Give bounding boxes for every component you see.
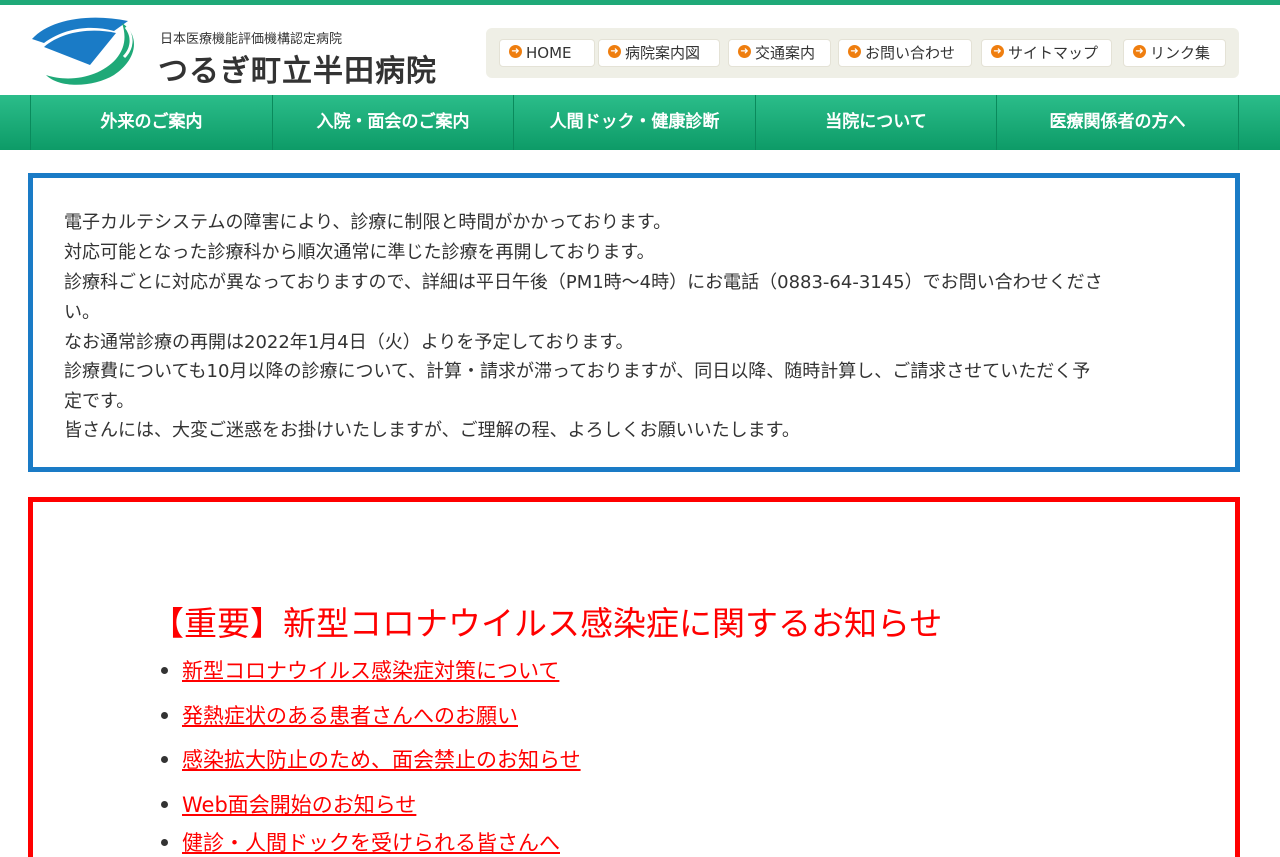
- notice-line: 皆さんには、大変ご迷惑をお掛けいたしますが、ご理解の程、よろしくお願いいたします…: [64, 420, 800, 441]
- util-link-home[interactable]: ➜ HOME: [499, 39, 595, 67]
- list-item: 発熱症状のある患者さんへのお願い: [161, 700, 518, 730]
- covid-notice-title: 【重要】新型コロナウイルス感染症に関するお知らせ: [151, 604, 943, 643]
- orange-arrow-icon: ➜: [991, 45, 1004, 58]
- utility-nav: ➜ HOME ➜ 病院案内図 ➜ 交通案内 ➜ お問い合わせ ➜ サイトマップ ➜ リンク集: [486, 28, 1239, 78]
- nav-item-outpatient[interactable]: 外来のご案内: [30, 95, 272, 150]
- logo-title: つるぎ町立半田病院: [158, 54, 437, 89]
- list-item: Web面会開始のお知らせ: [161, 789, 416, 819]
- orange-arrow-icon: ➜: [509, 45, 522, 58]
- hospital-logo[interactable]: 日本医療機能評価機構認定病院 つるぎ町立半田病院: [30, 13, 450, 89]
- notice-line: い。: [64, 302, 100, 323]
- notice-line: 診療費についても10月以降の診療について、計算・請求が滞っておりますが、同日以降…: [64, 361, 1091, 382]
- util-link-label: サイトマップ: [1008, 44, 1099, 62]
- nav-item-checkup[interactable]: 人間ドック・健康診断: [513, 95, 755, 150]
- orange-arrow-icon: ➜: [1133, 45, 1146, 58]
- logo-mark-icon: [32, 17, 134, 85]
- util-link-contact[interactable]: ➜ お問い合わせ: [838, 39, 972, 67]
- nav-item-about[interactable]: 当院について: [755, 95, 996, 150]
- util-link-label: お問い合わせ: [865, 44, 956, 62]
- util-link-label: HOME: [526, 44, 572, 62]
- nav-item-medical-professionals[interactable]: 医療関係者の方へ: [996, 95, 1238, 150]
- notice-line: 電子カルテシステムの障害により、診療に制限と時間がかかっております。: [64, 212, 672, 233]
- nav-divider: [1238, 95, 1239, 150]
- orange-arrow-icon: ➜: [848, 45, 861, 58]
- notice-line: なお通常診療の再開は2022年1月4日（火）よりを予定しております。: [64, 332, 634, 353]
- nav-item-inpatient[interactable]: 入院・面会のご案内: [272, 95, 513, 150]
- bullet-icon: [161, 711, 168, 719]
- list-item: 健診・人間ドックを受けられる皆さんへ: [161, 827, 560, 857]
- bullet-icon: [161, 838, 168, 846]
- util-link-hospital-map[interactable]: ➜ 病院案内図: [598, 39, 720, 67]
- logo-subtitle: 日本医療機能評価機構認定病院: [160, 32, 343, 47]
- covid-link-visit-ban[interactable]: 感染拡大防止のため、面会禁止のお知らせ: [182, 748, 581, 772]
- notice-line: 診療科ごとに対応が異なっておりますので、詳細は平日午後（PM1時～4時）にお電話…: [64, 272, 1103, 293]
- bullet-icon: [161, 755, 168, 763]
- covid-notice: 【重要】新型コロナウイルス感染症に関するお知らせ 新型コロナウイルス感染症対策に…: [28, 497, 1240, 857]
- util-link-links[interactable]: ➜ リンク集: [1123, 39, 1226, 67]
- notice-line: 対応可能となった診療科から順次通常に準じた診療を再開しております。: [64, 242, 655, 263]
- list-item: 新型コロナウイルス感染症対策について: [161, 655, 559, 685]
- orange-arrow-icon: ➜: [608, 45, 621, 58]
- covid-link-measures[interactable]: 新型コロナウイルス感染症対策について: [182, 659, 559, 683]
- covid-link-web-visit[interactable]: Web面会開始のお知らせ: [182, 793, 416, 817]
- list-item: 感染拡大防止のため、面会禁止のお知らせ: [161, 744, 581, 774]
- util-link-label: リンク集: [1150, 44, 1211, 62]
- bullet-icon: [161, 800, 168, 808]
- site-header: 日本医療機能評価機構認定病院 つるぎ町立半田病院 ➜ HOME ➜ 病院案内図 ➜ 交…: [0, 5, 1280, 95]
- orange-arrow-icon: ➜: [738, 45, 751, 58]
- util-link-sitemap[interactable]: ➜ サイトマップ: [981, 39, 1112, 67]
- util-link-label: 病院案内図: [625, 44, 701, 62]
- util-link-access[interactable]: ➜ 交通案内: [728, 39, 831, 67]
- covid-link-fever-patients[interactable]: 発熱症状のある患者さんへのお願い: [182, 704, 518, 728]
- system-outage-notice: 電子カルテシステムの障害により、診療に制限と時間がかかっております。 対応可能と…: [28, 173, 1240, 472]
- bullet-icon: [161, 666, 168, 674]
- covid-link-checkup[interactable]: 健診・人間ドックを受けられる皆さんへ: [182, 831, 560, 855]
- notice-line: 定です。: [64, 391, 135, 412]
- main-nav: 外来のご案内 入院・面会のご案内 人間ドック・健康診断 当院について 医療関係者…: [0, 95, 1280, 150]
- util-link-label: 交通案内: [755, 44, 816, 62]
